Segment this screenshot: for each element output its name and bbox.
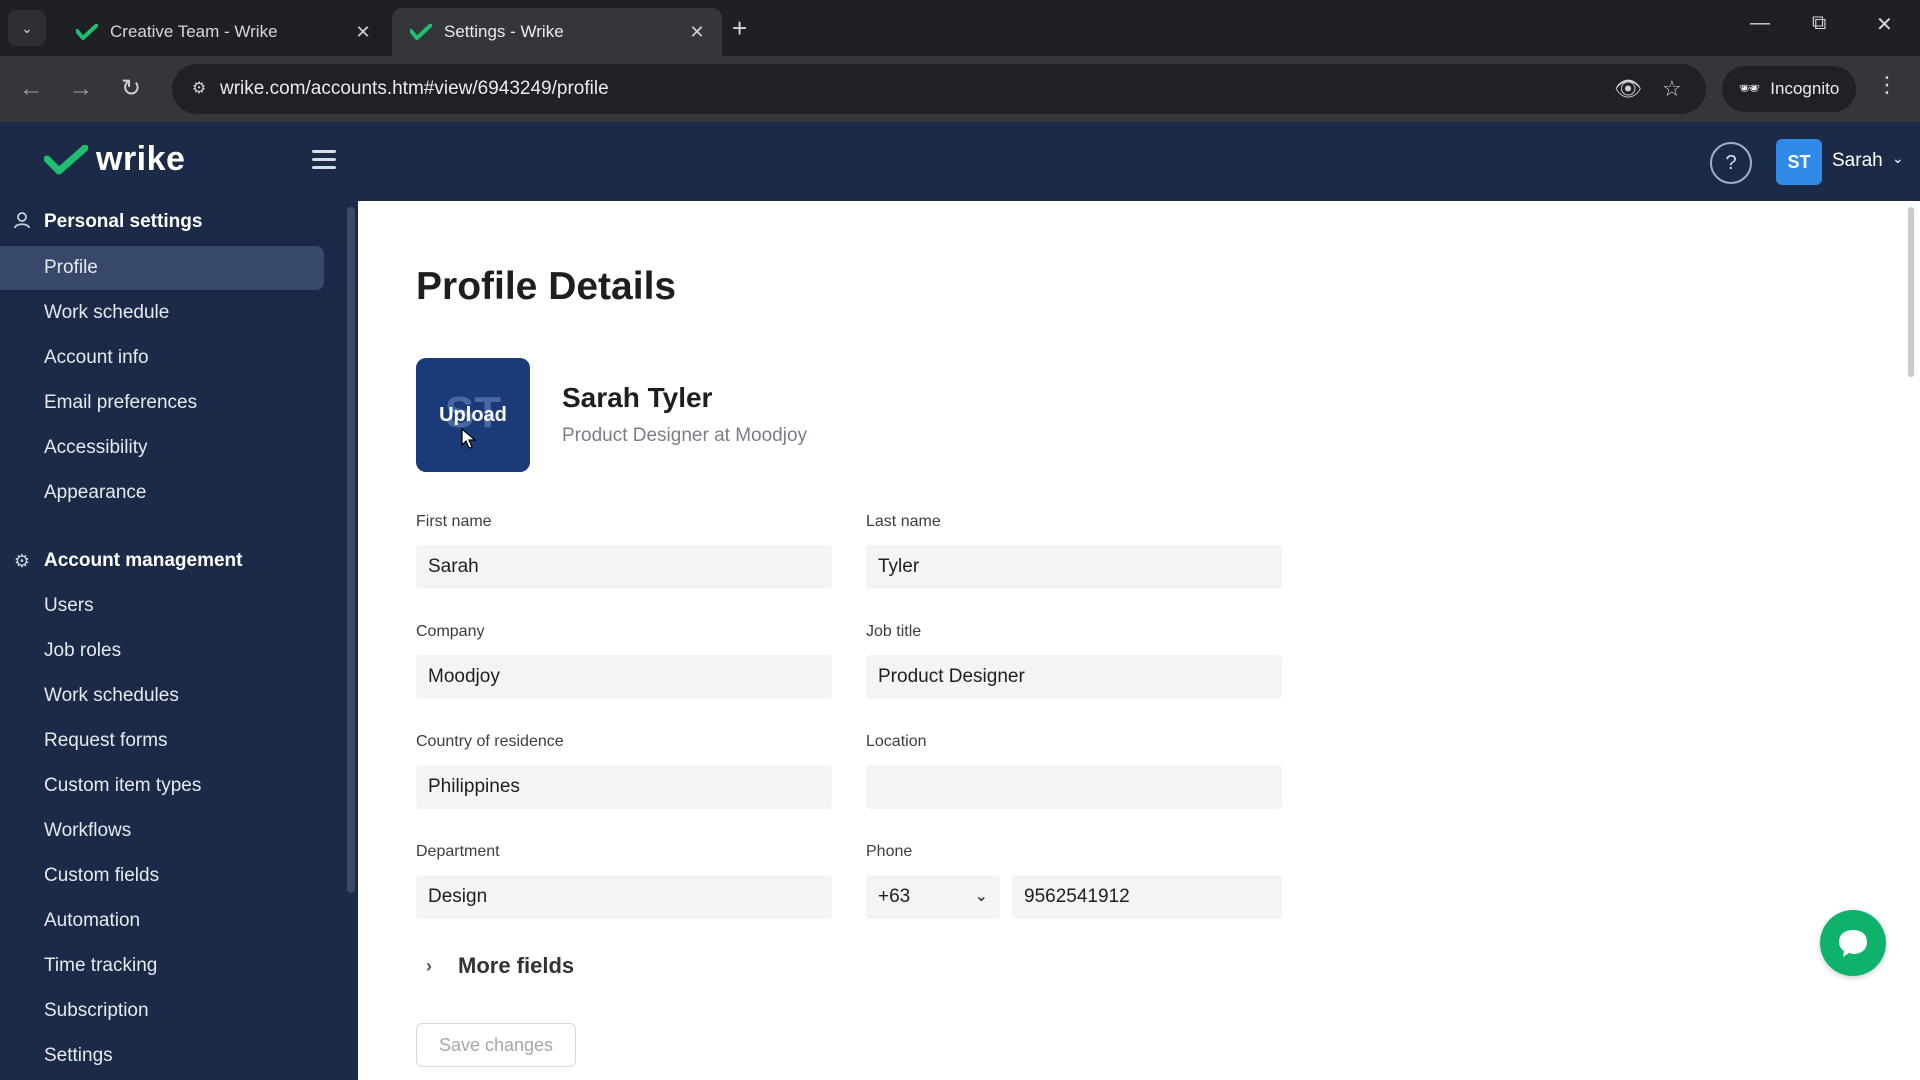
wrike-logo[interactable]: wrike (44, 140, 185, 179)
country-label: Country of residence (416, 733, 564, 750)
sidebar-item-workflows[interactable]: Workflows (0, 809, 324, 853)
browser-toolbar: ← → ↻ ⚙ wrike.com/accounts.htm#view/6943… (0, 56, 1920, 122)
location-label: Location (866, 733, 927, 750)
save-changes-button[interactable]: Save changes (416, 1023, 576, 1067)
url-text[interactable]: wrike.com/accounts.htm#view/6943249/prof… (220, 78, 609, 100)
first-name-label: First name (416, 513, 492, 530)
job-title-label: Job title (866, 623, 922, 640)
sidebar-item-subscription[interactable]: Subscription (0, 989, 324, 1033)
incognito-label: Incognito (1770, 79, 1840, 98)
profile-full-name: Sarah Tyler (562, 382, 713, 413)
browser-tab-bar: ⌄ Creative Team - Wrike ✕ Settings - Wri… (0, 0, 1920, 56)
back-arrow-icon[interactable]: ← (14, 72, 48, 106)
section-title: Personal settings (44, 211, 203, 232)
settings-sidebar: Personal settings Profile Work schedule … (0, 201, 358, 1080)
incognito-indicator[interactable]: 🕶 Incognito (1722, 66, 1856, 112)
more-fields-toggle[interactable]: › More fields (416, 953, 574, 979)
department-label: Department (416, 843, 500, 860)
logo-text: wrike (96, 140, 186, 178)
chevron-right-icon: › (426, 955, 432, 976)
tab-title: Creative Team - Wrike (110, 22, 278, 41)
chevron-down-icon: ⌄ (974, 888, 988, 905)
sidebar-item-job-roles[interactable]: Job roles (0, 629, 324, 673)
gear-icon: ⚙ (13, 550, 31, 571)
address-bar[interactable]: ⚙ wrike.com/accounts.htm#view/6943249/pr… (172, 64, 1706, 114)
bookmark-star-icon[interactable]: ☆ (1662, 76, 1682, 102)
forward-arrow-icon[interactable]: → (64, 72, 98, 106)
sidebar-item-custom-item-types[interactable]: Custom item types (0, 764, 324, 808)
site-settings-icon[interactable]: ⚙ (182, 72, 216, 106)
hamburger-menu-icon[interactable] (312, 150, 336, 174)
last-name-label: Last name (866, 513, 941, 530)
sidebar-item-work-schedules[interactable]: Work schedules (0, 674, 324, 718)
phone-number-input[interactable] (1012, 875, 1282, 919)
sidebar-item-email-preferences[interactable]: Email preferences (0, 381, 324, 425)
app-header: wrike ? ST Sarah ⌄ (0, 122, 1920, 201)
chevron-down-icon: ⌄ (21, 19, 33, 36)
help-icon[interactable]: ? (1710, 142, 1752, 184)
sidebar-item-accessibility[interactable]: Accessibility (0, 426, 324, 470)
user-name[interactable]: Sarah (1832, 150, 1883, 172)
company-label: Company (416, 623, 485, 640)
sidebar-item-automation[interactable]: Automation (0, 899, 324, 943)
minimize-icon[interactable]: — (1750, 12, 1770, 35)
tab-search-button[interactable]: ⌄ (8, 10, 46, 46)
phone-code-value: +63 (878, 886, 911, 907)
location-input[interactable] (866, 765, 1282, 809)
incognito-icon: 🕶 (1738, 79, 1761, 98)
sidebar-item-request-forms[interactable]: Request forms (0, 719, 324, 763)
mouse-cursor-icon (461, 428, 477, 449)
restore-icon[interactable]: ⧉ (1812, 12, 1826, 35)
department-input[interactable] (416, 875, 832, 919)
section-account-management: ⚙ Account management (0, 541, 243, 581)
browser-menu-icon[interactable]: ⋮ (1876, 72, 1898, 98)
last-name-input[interactable] (866, 545, 1282, 589)
close-tab-icon[interactable]: ✕ (686, 22, 708, 43)
close-tab-icon[interactable]: ✕ (352, 22, 374, 43)
sidebar-item-users[interactable]: Users (0, 584, 324, 628)
close-window-icon[interactable]: ✕ (1876, 12, 1893, 37)
person-icon (0, 211, 44, 234)
sidebar-item-profile[interactable]: Profile (0, 246, 324, 290)
tab-title: Settings - Wrike (444, 22, 564, 41)
phone-label: Phone (866, 843, 913, 860)
sidebar-item-time-tracking[interactable]: Time tracking (0, 944, 324, 988)
job-title-input[interactable] (866, 655, 1282, 699)
reload-icon[interactable]: ↻ (114, 72, 148, 106)
page-title: Profile Details (416, 265, 677, 308)
company-input[interactable] (416, 655, 832, 699)
sidebar-item-work-schedule[interactable]: Work schedule (0, 291, 324, 335)
profile-main-panel: Profile Details ST Upload Sarah Tyler Pr… (358, 201, 1920, 1080)
chevron-down-icon[interactable]: ⌄ (1892, 150, 1904, 167)
main-scrollbar[interactable] (1908, 207, 1914, 377)
chat-support-button[interactable] (1820, 910, 1886, 976)
sidebar-item-custom-fields[interactable]: Custom fields (0, 854, 324, 898)
wrike-favicon-icon (76, 21, 98, 43)
sidebar-item-appearance[interactable]: Appearance (0, 471, 324, 515)
wrike-check-logo-icon (44, 144, 88, 174)
profile-picture-upload[interactable]: ST Upload (416, 358, 530, 472)
new-tab-button[interactable]: + (732, 14, 747, 42)
profile-subtitle: Product Designer at Moodjoy (562, 425, 808, 446)
country-input[interactable] (416, 765, 832, 809)
chat-bubble-icon (1839, 930, 1867, 957)
wrike-favicon-icon (410, 21, 432, 43)
eye-off-icon[interactable]: 👁 (1614, 76, 1642, 102)
sidebar-scrollbar[interactable] (347, 207, 355, 893)
section-personal-settings: Personal settings (0, 202, 202, 242)
phone-country-code-select[interactable]: +63 ⌄ (866, 875, 1000, 919)
user-avatar[interactable]: ST (1776, 139, 1822, 185)
more-fields-label: More fields (458, 953, 575, 978)
sidebar-item-account-info[interactable]: Account info (0, 336, 324, 380)
sidebar-item-settings[interactable]: Settings (0, 1034, 324, 1078)
browser-tab-settings[interactable]: Settings - Wrike ✕ (392, 8, 722, 56)
section-title: Account management (44, 550, 243, 571)
upload-label[interactable]: Upload (416, 404, 530, 427)
first-name-input[interactable] (416, 545, 832, 589)
browser-tab-creative-team[interactable]: Creative Team - Wrike ✕ (58, 8, 388, 56)
